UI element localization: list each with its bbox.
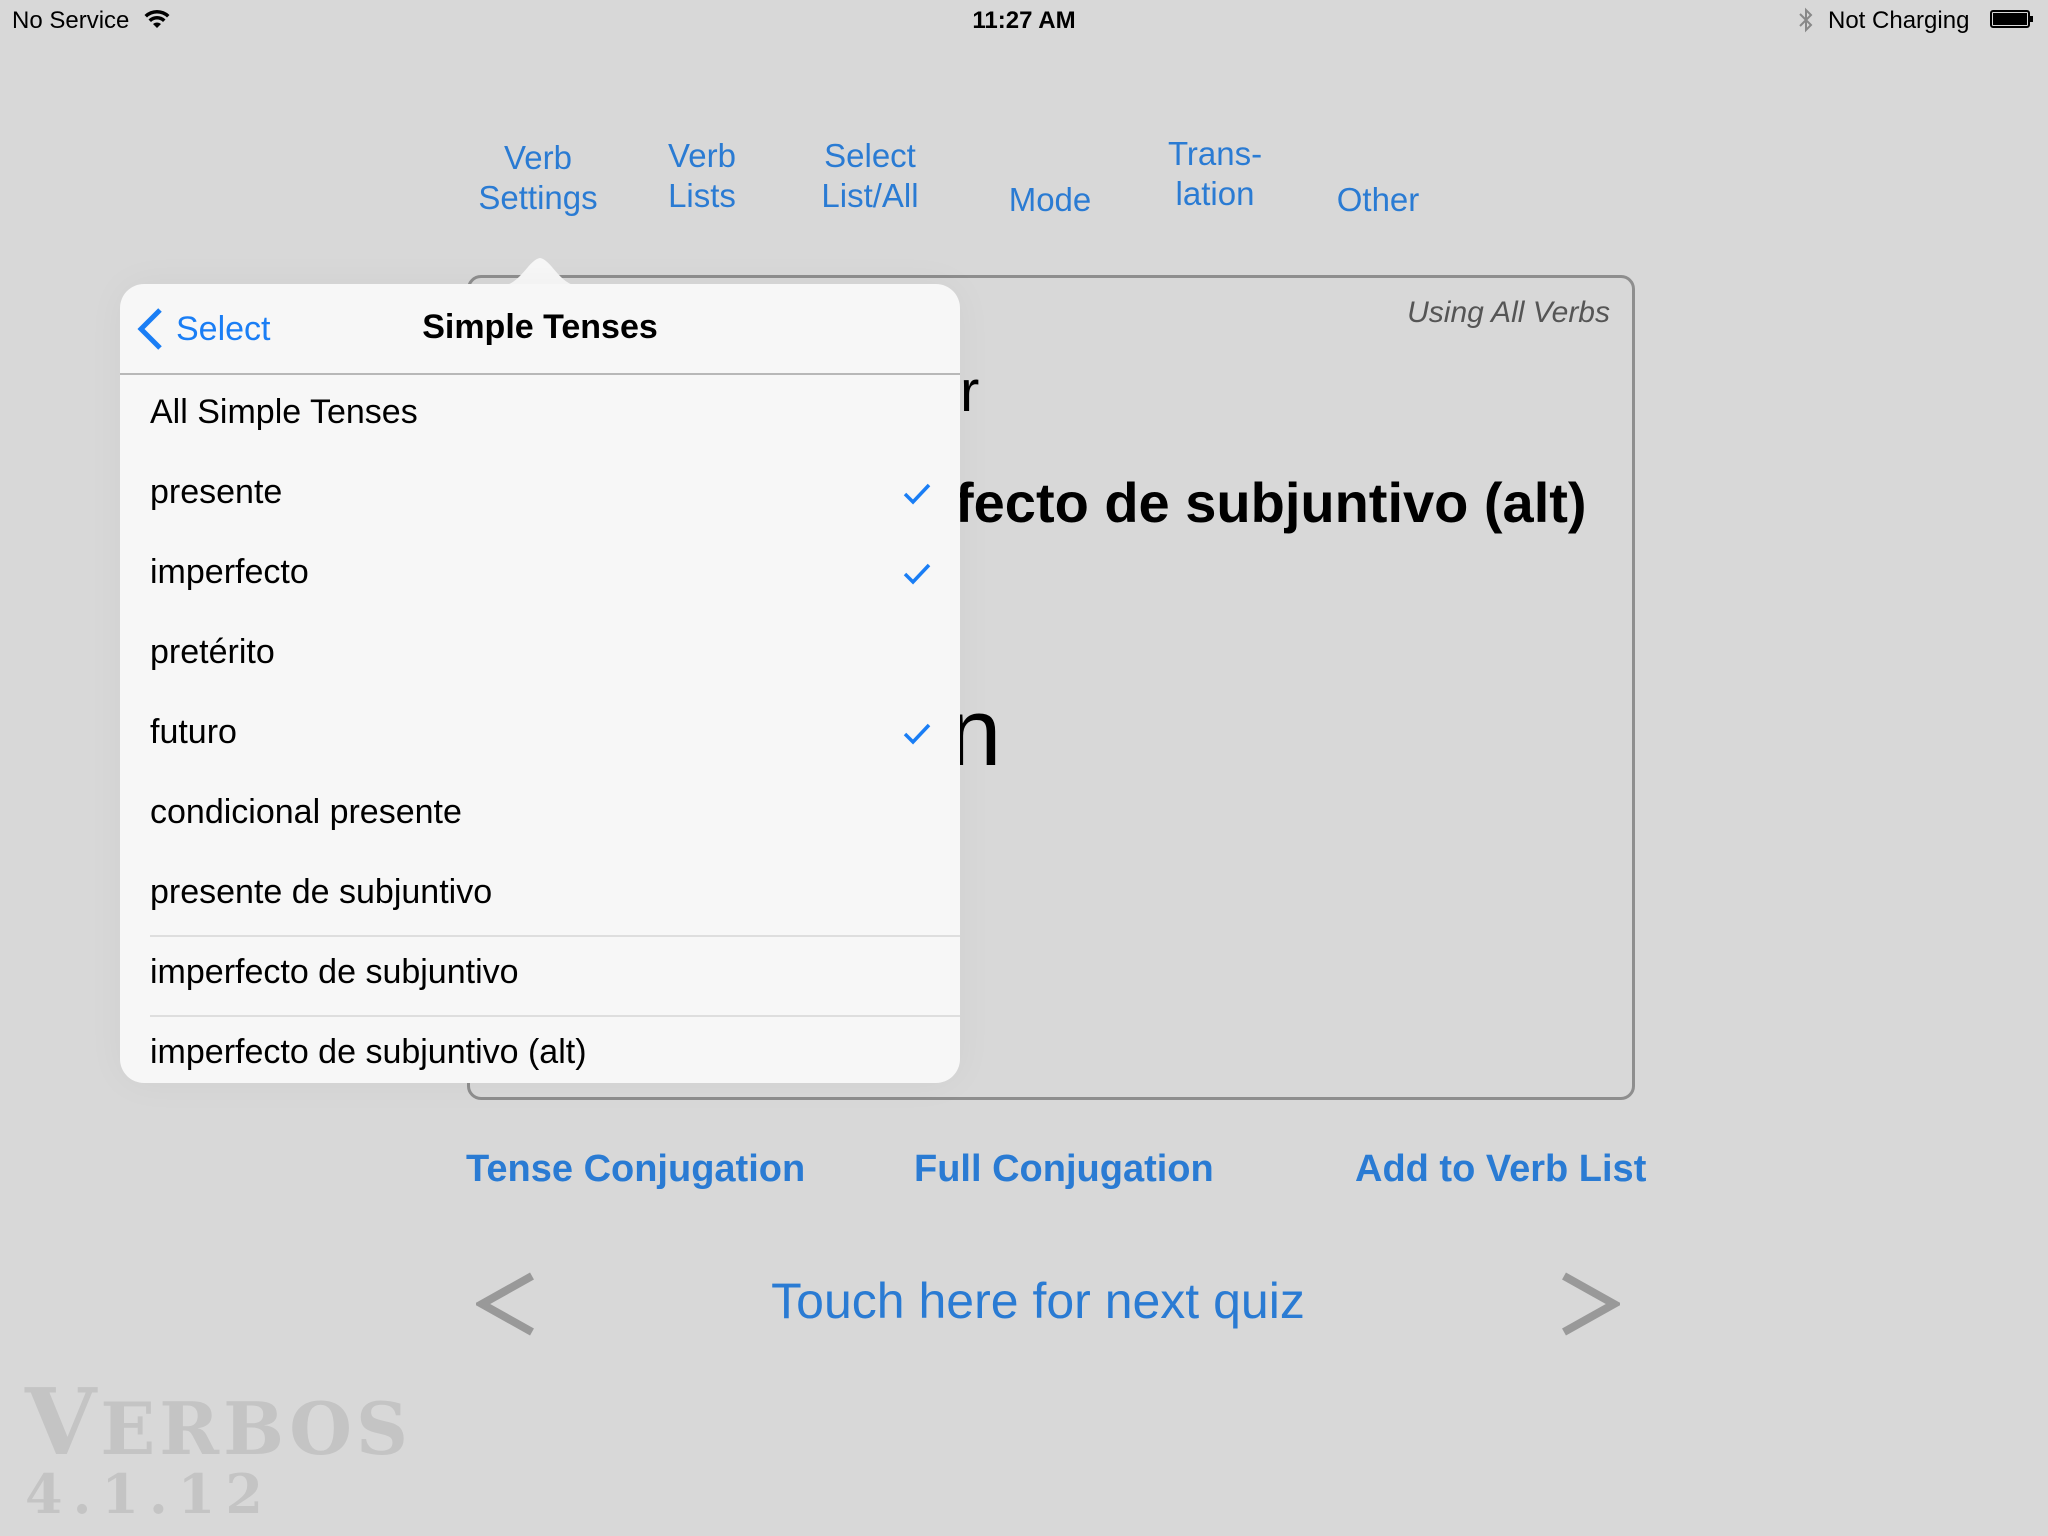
popover-arrow (500, 258, 580, 286)
app-version: 4.1.12 (25, 1462, 273, 1526)
simple-tenses-popover: Select Simple Tenses All Simple Tenses p… (120, 284, 960, 1083)
quiz-tense: fecto de subjuntivo (alt) (955, 471, 1587, 534)
checkmark-icon (903, 483, 931, 505)
tense-list: All Simple Tenses presente imperfecto pr… (120, 375, 960, 1095)
tab-label-line1: Verb (668, 137, 736, 174)
tense-label: pretérito (150, 633, 275, 671)
tense-item-all[interactable]: All Simple Tenses (120, 375, 960, 455)
checkmark-icon (903, 563, 931, 585)
tab-label-line2: Settings (478, 179, 598, 216)
tense-item-futuro[interactable]: futuro (120, 695, 960, 775)
next-quiz-button[interactable]: Touch here for next quiz (0, 1272, 2048, 1330)
tense-item-presente-subjuntivo[interactable]: presente de subjuntivo (120, 855, 960, 935)
tab-label-line1: Trans- (1167, 135, 1263, 172)
full-conjugation-button[interactable]: Full Conjugation (914, 1148, 1214, 1191)
app-name-rest: ERBOS (100, 1386, 413, 1471)
tense-label: presente (150, 473, 283, 511)
tab-select-list-all[interactable]: Select List/All (821, 136, 918, 216)
tense-label: imperfecto (150, 553, 309, 591)
tab-translation[interactable]: Trans- lation (1168, 134, 1262, 214)
tab-label: Other (1336, 181, 1420, 218)
tab-label-line1: Verb (504, 139, 572, 176)
battery-icon (1990, 10, 2033, 28)
tense-label: imperfecto de subjuntivo (150, 953, 519, 991)
tense-item-preterito[interactable]: pretérito (120, 615, 960, 695)
quiz-verb: r (960, 359, 980, 424)
tab-other[interactable]: Other (1337, 180, 1420, 220)
tab-label-line1: Select (824, 137, 916, 174)
tense-label: imperfecto de subjuntivo (alt) (150, 1033, 587, 1071)
tab-label-line2: Lists (668, 177, 736, 214)
tab-verb-lists[interactable]: Verb Lists (668, 136, 736, 216)
popover-title: Simple Tenses (422, 308, 658, 346)
tab-label: Mode (1008, 181, 1092, 218)
tense-label: presente de subjuntivo (150, 873, 493, 911)
app-watermark: VERBOS 4.1.12 (25, 1376, 412, 1526)
tense-label: All Simple Tenses (150, 393, 418, 431)
status-bar: No Service 11:27 AM Not Charging (0, 0, 2048, 40)
charging-status: Not Charging (1828, 7, 1970, 34)
tab-verb-settings[interactable]: Verb Settings (478, 138, 597, 218)
tense-item-imperfecto-subjuntivo[interactable]: imperfecto de subjuntivo (120, 935, 960, 1015)
tab-mode[interactable]: Mode (1009, 180, 1092, 220)
tab-label-line2: List/All (821, 177, 919, 214)
popover-header: Select Simple Tenses (120, 284, 960, 375)
tense-label: condicional presente (150, 793, 462, 831)
tab-label-line2: lation (1175, 175, 1255, 212)
clock: 11:27 AM (972, 7, 1076, 34)
tense-label: futuro (150, 713, 237, 751)
app-name: VERBOS (25, 1376, 412, 1468)
bluetooth-icon (1799, 7, 1813, 33)
add-to-verb-list-button[interactable]: Add to Verb List (1355, 1148, 1646, 1191)
app-name-initial: V (25, 1368, 101, 1476)
verb-source-label: Using All Verbs (1407, 296, 1610, 329)
tense-item-condicional-presente[interactable]: condicional presente (120, 775, 960, 855)
next-arrow-icon[interactable] (1560, 1272, 1620, 1336)
tense-item-imperfecto-subjuntivo-alt[interactable]: imperfecto de subjuntivo (alt) (120, 1015, 960, 1095)
tense-conjugation-button[interactable]: Tense Conjugation (466, 1148, 805, 1191)
tense-item-imperfecto[interactable]: imperfecto (120, 535, 960, 615)
checkmark-icon (903, 723, 931, 745)
tense-item-presente[interactable]: presente (120, 455, 960, 535)
